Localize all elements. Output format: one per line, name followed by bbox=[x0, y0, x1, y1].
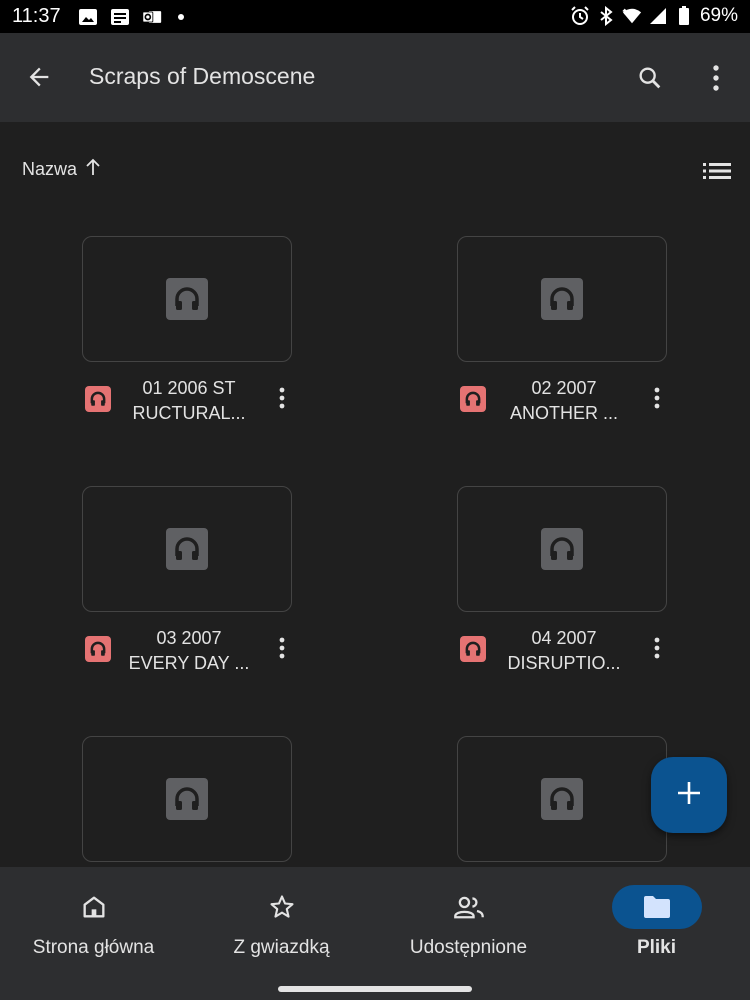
nav-item-home[interactable]: Strona główna bbox=[0, 867, 187, 977]
arrow-up-icon bbox=[85, 158, 101, 181]
notification-icons bbox=[78, 7, 184, 27]
more-notifications-dot bbox=[178, 14, 184, 20]
nav-label: Strona główna bbox=[32, 937, 155, 958]
audio-placeholder-icon bbox=[166, 778, 208, 820]
home-icon bbox=[49, 885, 139, 929]
system-icons: 69% bbox=[570, 5, 738, 27]
new-item-button[interactable] bbox=[651, 757, 727, 833]
file-card[interactable]: 03 2007 EVERY DAY ... bbox=[82, 486, 382, 686]
file-name: 01 2006 ST RUCTURAL... bbox=[132, 378, 246, 423]
audio-placeholder-icon bbox=[541, 778, 583, 820]
people-icon bbox=[424, 885, 514, 929]
more-vert-icon[interactable] bbox=[645, 384, 669, 412]
home-indicator[interactable] bbox=[278, 986, 472, 992]
nav-item-shared[interactable]: Udostępnione bbox=[375, 867, 562, 977]
audio-file-icon bbox=[460, 636, 486, 662]
battery-percentage: 69% bbox=[699, 5, 738, 26]
file-thumbnail[interactable] bbox=[457, 486, 667, 612]
signal-icon bbox=[648, 6, 668, 26]
sort-row: Nazwa bbox=[0, 145, 750, 195]
audio-file-icon bbox=[85, 636, 111, 662]
file-thumbnail[interactable] bbox=[457, 736, 667, 862]
audio-file-icon bbox=[85, 386, 111, 412]
audio-file-icon bbox=[460, 386, 486, 412]
back-arrow-icon[interactable] bbox=[22, 60, 56, 94]
bluetooth-icon bbox=[596, 6, 616, 26]
file-thumbnail[interactable] bbox=[82, 736, 292, 862]
wifi-icon bbox=[622, 6, 642, 26]
sort-label: Nazwa bbox=[22, 159, 78, 179]
file-card[interactable]: 01 2006 ST RUCTURAL... bbox=[82, 236, 382, 436]
search-icon[interactable] bbox=[632, 60, 668, 96]
file-thumbnail[interactable] bbox=[82, 236, 292, 362]
more-vert-icon[interactable] bbox=[645, 634, 669, 662]
list-view-icon[interactable] bbox=[700, 157, 734, 185]
nav-label: Z gwiazdką bbox=[233, 937, 330, 958]
more-vert-icon[interactable] bbox=[270, 634, 294, 662]
audio-placeholder-icon bbox=[166, 528, 208, 570]
file-name: 02 2007 ANOTHER ... bbox=[509, 378, 618, 423]
file-name: 04 2007 DISRUPTIO... bbox=[507, 628, 621, 673]
page-title: Scraps of Demoscene bbox=[89, 63, 316, 89]
alarm-icon bbox=[570, 6, 590, 26]
file-name: 03 2007 EVERY DAY ... bbox=[128, 628, 250, 673]
more-vert-icon[interactable] bbox=[700, 60, 732, 96]
nav-item-files[interactable]: Pliki bbox=[563, 867, 750, 977]
folder-icon bbox=[611, 885, 702, 929]
plus-icon bbox=[676, 780, 702, 811]
file-thumbnail[interactable] bbox=[82, 486, 292, 612]
bottom-navigation: Strona główna Z gwiazdką Udostępnione Pl… bbox=[0, 867, 750, 1000]
battery-icon bbox=[674, 6, 694, 26]
more-vert-icon[interactable] bbox=[270, 384, 294, 412]
nav-label: Pliki bbox=[636, 937, 677, 958]
status-time: 11:37 bbox=[12, 5, 61, 27]
file-thumbnail[interactable] bbox=[457, 236, 667, 362]
star-icon bbox=[237, 885, 327, 929]
sort-by-name-button[interactable]: Nazwa bbox=[22, 158, 101, 181]
file-card[interactable]: 02 2007 ANOTHER ... bbox=[457, 236, 750, 436]
message-notification-icon bbox=[110, 7, 130, 27]
image-notification-icon bbox=[78, 7, 98, 27]
nav-label: Udostępnione bbox=[409, 937, 528, 958]
file-card[interactable] bbox=[82, 736, 382, 866]
app-bar: Scraps of Demoscene bbox=[0, 33, 750, 122]
audio-placeholder-icon bbox=[541, 278, 583, 320]
audio-placeholder-icon bbox=[541, 528, 583, 570]
status-bar: 11:37 69% bbox=[0, 0, 750, 33]
file-card[interactable]: 04 2007 DISRUPTIO... bbox=[457, 486, 750, 686]
audio-placeholder-icon bbox=[166, 278, 208, 320]
outlook-notification-icon bbox=[142, 7, 162, 27]
nav-item-starred[interactable]: Z gwiazdką bbox=[188, 867, 375, 977]
